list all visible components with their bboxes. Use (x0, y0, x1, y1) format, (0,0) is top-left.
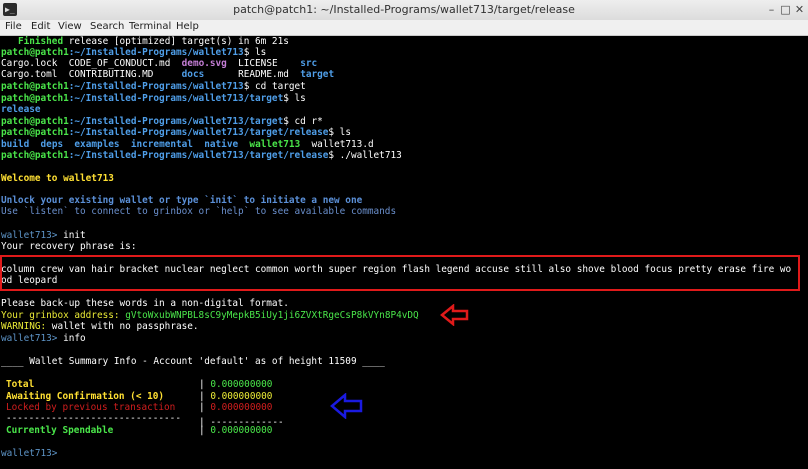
prompt-user: patch@patch1 (1, 150, 69, 161)
menu-bar: File Edit View Search Terminal Help (0, 20, 808, 36)
wallet-prompt-line: wallet713> (1, 448, 57, 460)
recovery-phrase-highlight-box (0, 255, 800, 291)
ls-output-line: Cargo.toml CONTRIBUTING.MD docs README.m… (1, 69, 334, 81)
prompt-line: patch@patch1:~/Installed-Programs/wallet… (1, 93, 306, 104)
prompt-user: patch@patch1 (1, 116, 69, 127)
help-message: Use `listen` to connect to grinbox or `h… (1, 206, 397, 217)
dir-entry: src (300, 58, 318, 69)
file-entry: demo.svg (181, 58, 227, 69)
prompt-line: patch@patch1:~/Installed-Programs/wallet… (1, 150, 402, 161)
summary-value: 0.000000000 (210, 379, 273, 390)
command-text: ls (294, 93, 306, 104)
summary-row: Total | 0.000000000 (6, 379, 272, 391)
dir-entry: target (300, 69, 335, 80)
command-text: ls (255, 47, 267, 58)
wallet-prompt: wallet713> (1, 230, 58, 241)
wallet-prompt: wallet713> (1, 333, 58, 344)
summary-header: ____ Wallet Summary Info - Account 'defa… (1, 356, 385, 367)
separator-dashes: ------------------------------- (6, 413, 181, 424)
terminal-output[interactable]: Finished release [optimized] target(s) i… (0, 36, 808, 469)
title-bar[interactable]: ▶_ patch@patch1: ~/Installed-Programs/wa… (0, 0, 808, 21)
prompt-user: patch@patch1 (1, 93, 69, 104)
file-entry: README.md (238, 69, 289, 80)
dir-entry: native (204, 139, 239, 150)
menu-help[interactable]: Help (176, 21, 199, 32)
summary-value: 0.000000000 (210, 391, 273, 402)
prompt-user: patch@patch1 (1, 47, 69, 58)
finished-text: release [optimized] target(s) in 6m 21s (63, 36, 289, 47)
prompt-path: :~/Installed-Programs/wallet713/target (68, 116, 284, 127)
dir-entry: incremental (130, 139, 193, 150)
summary-value: 0.000000000 (210, 425, 273, 436)
command-text: ./wallet713 (339, 150, 402, 161)
file-entry: CODE_OF_CONDUCT.md (68, 58, 171, 69)
warning-label: WARNING: (1, 321, 47, 332)
dir-entry: docs (181, 69, 205, 80)
warning-line: WARNING: wallet with no passphrase. (1, 321, 199, 333)
grinbox-label: Your grinbox address: (1, 310, 120, 321)
maximize-icon[interactable]: □ (779, 4, 792, 17)
menu-terminal[interactable]: Terminal (129, 21, 171, 32)
executable-entry: wallet713 (249, 139, 301, 150)
finished-label: Finished (17, 36, 64, 47)
dir-entry: release (1, 104, 41, 115)
grinbox-address: gVtoWxubWNPBL8sC9yMepkB5iUy1ji6ZVXtRgeCs… (125, 310, 419, 321)
file-entry: CONTRIBUTING.MD (68, 69, 154, 80)
ls-output-line: release (1, 104, 41, 116)
welcome-message: Welcome to wallet713 (1, 173, 114, 184)
command-text: init (63, 230, 86, 241)
prompt-path: :~/Installed-Programs/wallet713/target (68, 93, 284, 104)
prompt-line: patch@patch1:~/Installed-Programs/wallet… (1, 127, 351, 138)
prompt-path: :~/Installed-Programs/wallet713/target/r… (68, 127, 329, 138)
file-entry: Cargo.toml (1, 69, 58, 80)
summary-value: 0.000000000 (210, 402, 273, 413)
command-text: cd target (255, 81, 306, 92)
window-title: patch@patch1: ~/Installed-Programs/walle… (233, 3, 575, 16)
dir-entry: examples (74, 139, 120, 150)
wallet-prompt: wallet713> (1, 448, 58, 459)
command-text: ls (339, 127, 351, 138)
backup-message: Please back-up these words in a non-digi… (1, 298, 289, 309)
summary-label: Total (6, 379, 35, 390)
prompt-path: :~/Installed-Programs/wallet713 (68, 47, 244, 58)
file-entry: Cargo.lock (1, 58, 58, 69)
prompt-path: :~/Installed-Programs/wallet713/target/r… (68, 150, 329, 161)
prompt-line: patch@patch1:~/Installed-Programs/wallet… (1, 81, 306, 92)
summary-label: Currently Spendable (6, 425, 114, 436)
red-arrow-icon (440, 304, 469, 326)
dir-entry: build (1, 139, 30, 150)
menu-file[interactable]: File (5, 21, 22, 32)
menu-search[interactable]: Search (90, 21, 124, 32)
wallet-prompt-line: wallet713> info (1, 333, 86, 345)
terminal-window: ▶_ patch@patch1: ~/Installed-Programs/wa… (0, 0, 808, 469)
command-text: info (63, 333, 86, 344)
close-icon[interactable]: ✕ (793, 4, 806, 17)
recovery-label: Your recovery phrase is: (1, 241, 137, 252)
command-text: cd r* (294, 116, 323, 127)
minimize-icon[interactable]: – (765, 4, 778, 17)
prompt-path: :~/Installed-Programs/wallet713 (68, 81, 244, 92)
warning-text: wallet with no passphrase. (46, 321, 199, 332)
summary-row: Currently Spendable | 0.000000000 (6, 425, 272, 437)
menu-edit[interactable]: Edit (31, 21, 50, 32)
prompt-user: patch@patch1 (1, 127, 69, 138)
summary-separator: ------------------------------- | -------… (6, 413, 284, 428)
file-entry: wallet713.d (311, 139, 374, 150)
menu-view[interactable]: View (58, 21, 82, 32)
prompt-user: patch@patch1 (1, 81, 69, 92)
blue-arrow-icon (330, 393, 363, 419)
dir-entry: deps (40, 139, 64, 150)
file-entry: LICENSE (238, 58, 278, 69)
